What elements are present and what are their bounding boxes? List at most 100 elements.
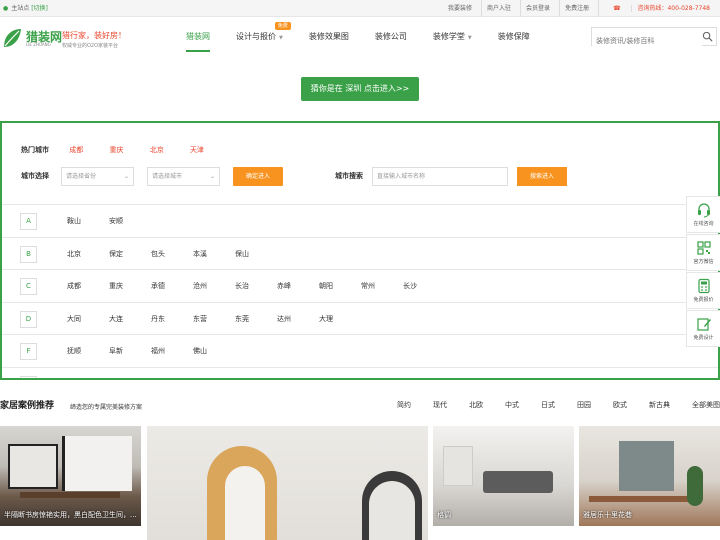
city-link[interactable]: 东莞 <box>235 314 277 324</box>
nav-design-quote-label: 设计与报价 <box>236 32 276 41</box>
city-link[interactable]: 北京 <box>67 249 109 259</box>
search-box <box>591 27 717 50</box>
city-search-label: 城市搜索 <box>335 172 363 180</box>
city-link[interactable]: 保定 <box>109 249 151 259</box>
top-bar: ● 主站点 [切换] 我要装修 商户入驻 会员登录 免费注册 ☎ 咨询热线：400… <box>0 0 720 17</box>
search-icon[interactable] <box>702 31 713 42</box>
nav-companies[interactable]: 装修公司 <box>375 17 407 57</box>
side-wechat[interactable]: 官方微信 <box>686 234 720 271</box>
city-link[interactable]: 重庆 <box>109 281 151 291</box>
case-caption: 半隔断书房惊艳实用，黑白配色卫生间，... <box>4 511 137 519</box>
nav-school[interactable]: 装修学堂 ▼ <box>433 17 472 57</box>
nav-effect-images[interactable]: 装修效果图 <box>309 17 349 57</box>
case-caption: 雅居乐十里花巷 <box>583 511 632 519</box>
link-register[interactable]: 免费注册 <box>559 0 594 17</box>
side-free-design[interactable]: 免费设计 <box>686 310 720 347</box>
letter-cities: 广州桂林贵阳 <box>67 368 193 381</box>
province-select[interactable]: 请选择省份 ⌄ <box>61 166 134 186</box>
letter-cities: 成都 重庆 承德 沧州 长治 赤峰 朝阳 常州 长沙 <box>67 270 445 302</box>
letter-badge: F <box>20 343 37 360</box>
city-link[interactable]: 桂林 <box>109 379 151 381</box>
side-free-quote-label: 免费报价 <box>693 297 714 303</box>
logo[interactable]: 猎装网 LIE ZHUANG 猎行家，装好房！ 权威专业的O2O家装平台 <box>0 25 130 55</box>
switch-city-link[interactable]: [切换] <box>31 5 48 12</box>
chevron-down-icon: ⌄ <box>123 172 129 180</box>
city-link[interactable]: 本溪 <box>193 249 235 259</box>
link-login[interactable]: 会员登录 <box>520 0 555 17</box>
city-link[interactable]: 大理 <box>319 314 361 324</box>
city-link[interactable]: 丹东 <box>151 314 193 324</box>
nav-companies-label: 装修公司 <box>374 32 407 41</box>
city-link[interactable]: 佛山 <box>193 346 235 356</box>
city-link[interactable]: 长治 <box>235 281 277 291</box>
nav-home-label: 猎装网 <box>186 32 210 41</box>
letter-row-b: B 北京 保定 包头 本溪 保山 <box>2 236 718 270</box>
letter-cities: 鞍山 安顺 <box>67 205 151 237</box>
city-select[interactable]: 请选择城市 ⌄ <box>147 166 220 186</box>
style-tab[interactable]: 中式 <box>505 400 519 410</box>
city-link[interactable]: 大同 <box>67 314 109 324</box>
city-link[interactable]: 福州 <box>151 346 193 356</box>
case-photo[interactable]: 格调 <box>433 426 574 526</box>
city-link[interactable]: 大连 <box>109 314 151 324</box>
hot-cities-label: 热门城市 <box>21 146 49 154</box>
city-link[interactable]: 广州 <box>67 379 109 381</box>
side-free-quote[interactable]: 免费报价 <box>686 272 720 309</box>
logo-sub: LIE ZHUANG <box>26 42 51 47</box>
case-photo[interactable] <box>147 426 428 540</box>
chevron-down-icon: ▼ <box>279 35 283 41</box>
hot-city[interactable]: 天津 <box>190 146 204 154</box>
case-photo[interactable]: 雅居乐十里花巷 <box>579 426 720 526</box>
city-link[interactable]: 鞍山 <box>67 216 109 226</box>
city-search-input[interactable]: 直接输入城市名称 <box>372 166 508 186</box>
location-label: 主站点 <box>11 5 30 12</box>
city-link[interactable]: 朝阳 <box>319 281 361 291</box>
city-link[interactable]: 安顺 <box>109 216 151 226</box>
style-tab[interactable]: 田园 <box>577 400 591 410</box>
nav-design-quote[interactable]: 设计与报价 ▼ 免费 <box>236 17 291 57</box>
style-tab[interactable]: 新古典 <box>649 400 670 410</box>
nav-guarantee[interactable]: 装修保障 <box>498 17 530 57</box>
city-link[interactable]: 包头 <box>151 249 193 259</box>
letter-row-d: D 大同 大连 丹东 东营 东莞 达州 大理 <box>2 301 718 335</box>
city-selector-panel: 热门城市 成都 重庆 北京 天津 城市选择 请选择省份 ⌄ 请选择城市 ⌄ 确定进入… <box>0 121 720 380</box>
style-tab[interactable]: 北欧 <box>469 400 483 410</box>
link-decorate[interactable]: 我要装修 <box>443 0 477 17</box>
city-link[interactable]: 承德 <box>151 281 193 291</box>
city-link[interactable]: 成都 <box>67 281 109 291</box>
nav-effect-images-label: 装修效果图 <box>308 32 349 41</box>
side-online-consult[interactable]: 在线咨询 <box>686 196 720 233</box>
search-enter-button[interactable]: 搜索进入 <box>517 166 567 186</box>
city-link[interactable]: 抚顺 <box>67 346 109 356</box>
city-link[interactable]: 赤峰 <box>277 281 319 291</box>
city-link[interactable]: 沧州 <box>193 281 235 291</box>
hot-city[interactable]: 北京 <box>150 146 164 154</box>
hot-city[interactable]: 重庆 <box>109 146 123 154</box>
city-link[interactable]: 常州 <box>361 281 403 291</box>
style-tab[interactable]: 欧式 <box>613 400 627 410</box>
city-link[interactable]: 阜新 <box>109 346 151 356</box>
city-link[interactable]: 长沙 <box>403 281 445 291</box>
case-caption: 格调 <box>437 511 451 519</box>
confirm-enter-button[interactable]: 确定进入 <box>233 166 283 186</box>
letter-badge: A <box>20 213 37 230</box>
style-tab[interactable]: 日式 <box>541 400 555 410</box>
nav-guarantee-label: 装修保障 <box>497 32 530 41</box>
link-merchant[interactable]: 商户入驻 <box>481 0 516 17</box>
city-link[interactable]: 东营 <box>193 314 235 324</box>
style-tab[interactable]: 现代 <box>433 400 447 410</box>
logo-slogan-sub: 权威专业的O2O家装平台 <box>62 43 119 49</box>
style-tab[interactable]: 简约 <box>397 400 411 410</box>
hot-cities: 热门城市 成都 重庆 北京 天津 <box>21 145 228 155</box>
style-tab-all[interactable]: 全部美图 <box>692 400 720 410</box>
hot-city[interactable]: 成都 <box>69 146 83 154</box>
case-photo[interactable]: 半隔断书房惊艳实用，黑白配色卫生间，... <box>0 426 141 526</box>
letter-badge: B <box>20 245 37 263</box>
city-link[interactable]: 保山 <box>235 249 277 259</box>
guess-city-button[interactable]: 猜你是在 深圳 点击进入>> <box>301 77 419 101</box>
nav-home[interactable]: 猎装网 <box>186 17 210 57</box>
header: 猎装网 LIE ZHUANG 猎行家，装好房！ 权威专业的O2O家装平台 猎装网… <box>0 17 720 57</box>
city-link[interactable]: 达州 <box>277 314 319 324</box>
search-input[interactable] <box>592 32 702 50</box>
city-link[interactable]: 贵阳 <box>151 379 193 381</box>
